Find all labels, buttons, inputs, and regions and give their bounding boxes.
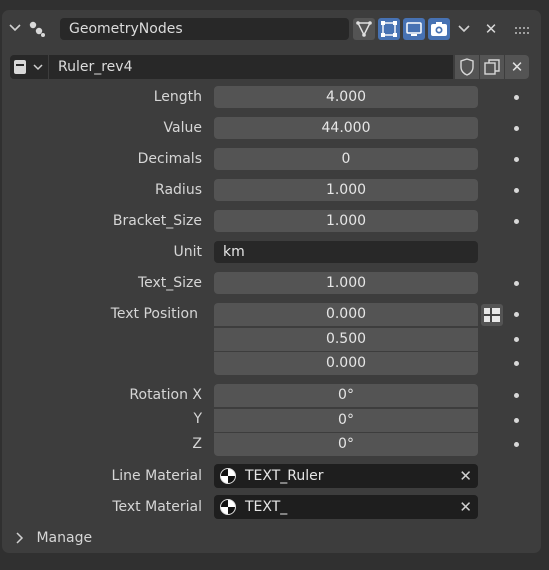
clear-icon[interactable]: ✕ bbox=[459, 464, 472, 488]
keyframe-dot-icon[interactable] bbox=[514, 188, 519, 193]
keyframe-dot-icon[interactable] bbox=[514, 361, 519, 366]
decimals-field[interactable]: 0 bbox=[214, 148, 478, 170]
close-icon: ✕ bbox=[510, 58, 524, 76]
text-position-y-field[interactable]: 0.500 bbox=[214, 327, 478, 351]
keyframe-dot-icon[interactable] bbox=[514, 281, 519, 286]
edit-mode-toggle[interactable] bbox=[378, 18, 400, 40]
close-icon: ✕ bbox=[484, 20, 498, 38]
render-camera-icon bbox=[431, 22, 447, 36]
manage-label: Manage bbox=[36, 530, 93, 546]
text-size-field[interactable]: 1.000 bbox=[214, 272, 478, 294]
unlink-button[interactable]: ✕ bbox=[505, 55, 529, 79]
node-tree-toggle[interactable] bbox=[353, 18, 375, 40]
grid-toggle-icon bbox=[484, 308, 500, 322]
fake-user-button[interactable] bbox=[455, 55, 479, 79]
value-field[interactable]: 44.000 bbox=[214, 117, 478, 139]
node-group-name: Ruler_rev4 bbox=[58, 59, 133, 75]
shield-icon bbox=[460, 58, 474, 76]
keyframe-dot-icon[interactable] bbox=[514, 442, 519, 447]
rotation-z-field[interactable]: 0° bbox=[214, 432, 478, 456]
render-toggle[interactable] bbox=[428, 18, 450, 40]
text-material-label: Text Material bbox=[112, 499, 202, 515]
dropdown-chevron-icon[interactable] bbox=[456, 21, 472, 37]
keyframe-dot-icon[interactable] bbox=[514, 219, 519, 224]
rotation-x-field[interactable]: 0° bbox=[214, 384, 478, 407]
node-group-icon bbox=[14, 60, 43, 74]
edit-mode-icon bbox=[381, 21, 397, 37]
keyframe-dot-icon[interactable] bbox=[514, 393, 519, 398]
text-position-x-field[interactable]: 0.000 bbox=[214, 303, 478, 326]
vector-input-toggle[interactable] bbox=[481, 304, 503, 326]
text-position-label: Text Position bbox=[110, 306, 198, 322]
chevron-right-icon bbox=[16, 532, 24, 544]
node-tree-icon bbox=[356, 21, 372, 37]
text-material-value: TEXT_ bbox=[245, 499, 288, 515]
unit-field[interactable]: km bbox=[214, 241, 478, 263]
keyframe-dot-icon[interactable] bbox=[514, 95, 519, 100]
keyframe-dot-icon[interactable] bbox=[514, 126, 519, 131]
duplicate-icon bbox=[484, 59, 500, 75]
rotation-x-label: Rotation X bbox=[129, 387, 202, 403]
viewport-display-toggle[interactable] bbox=[403, 18, 425, 40]
length-field[interactable]: 4.000 bbox=[214, 86, 478, 108]
modifier-name: GeometryNodes bbox=[69, 21, 183, 37]
length-label: Length bbox=[153, 89, 202, 105]
manage-subpanel-header[interactable]: Manage bbox=[14, 527, 92, 549]
rotation-y-field[interactable]: 0° bbox=[214, 408, 478, 432]
clear-icon[interactable]: ✕ bbox=[459, 495, 472, 519]
decimals-label: Decimals bbox=[137, 151, 202, 167]
material-icon bbox=[220, 468, 236, 484]
rotation-z-label: Z bbox=[192, 436, 202, 452]
radius-field[interactable]: 1.000 bbox=[214, 179, 478, 201]
keyframe-dot-icon[interactable] bbox=[514, 337, 519, 342]
rotation-y-label: Y bbox=[193, 411, 202, 427]
bracket-size-field[interactable]: 1.000 bbox=[214, 210, 478, 232]
radius-label: Radius bbox=[155, 182, 202, 198]
text-size-label: Text_Size bbox=[137, 275, 202, 291]
drag-handle-icon[interactable] bbox=[514, 24, 532, 34]
value-label: Value bbox=[163, 120, 202, 136]
modifier-name-field[interactable]: GeometryNodes bbox=[60, 18, 349, 40]
material-icon bbox=[220, 499, 236, 515]
keyframe-dot-icon[interactable] bbox=[514, 312, 519, 317]
node-group-name-field[interactable]: Ruler_rev4 bbox=[49, 55, 453, 79]
keyframe-dot-icon[interactable] bbox=[514, 157, 519, 162]
display-icon bbox=[406, 22, 422, 36]
remove-modifier-button[interactable]: ✕ bbox=[482, 18, 500, 40]
line-material-value: TEXT_Ruler bbox=[245, 468, 324, 484]
bracket-size-label: Bracket_Size bbox=[112, 213, 202, 229]
text-material-field[interactable]: TEXT_ ✕ bbox=[214, 495, 478, 519]
unit-label: Unit bbox=[173, 244, 203, 260]
line-material-field[interactable]: TEXT_Ruler ✕ bbox=[214, 464, 478, 488]
duplicate-button[interactable] bbox=[480, 55, 504, 79]
node-group-browse-button[interactable] bbox=[10, 55, 48, 79]
line-material-label: Line Material bbox=[111, 468, 202, 484]
collapse-chevron-icon[interactable] bbox=[8, 20, 22, 36]
text-position-z-field[interactable]: 0.000 bbox=[214, 351, 478, 375]
geometry-nodes-icon bbox=[27, 19, 47, 39]
keyframe-dot-icon[interactable] bbox=[514, 418, 519, 423]
